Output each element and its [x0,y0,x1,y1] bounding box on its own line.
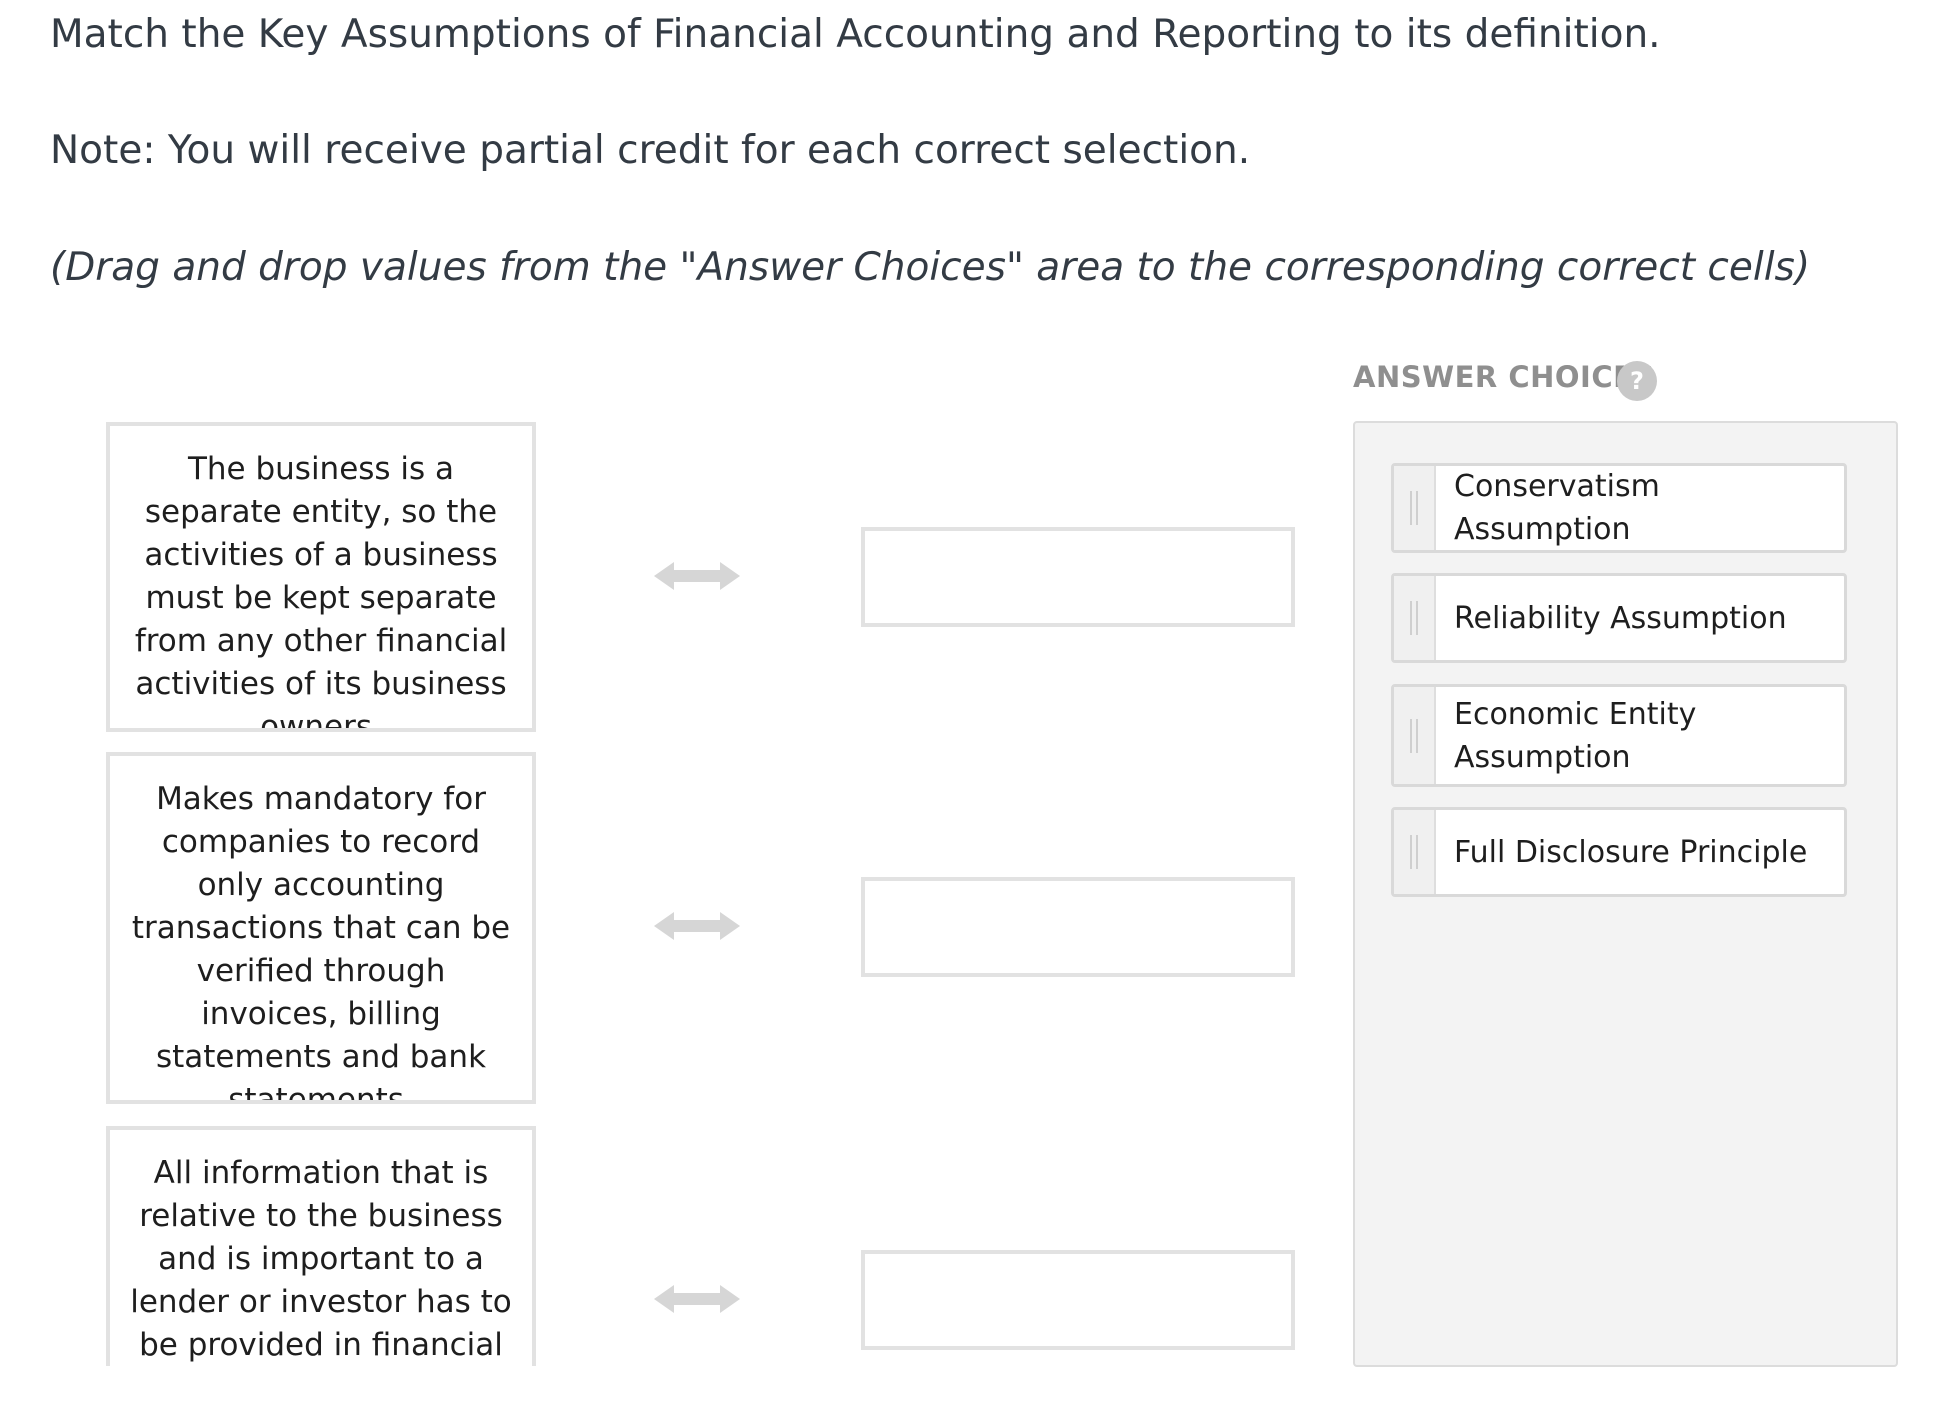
drop-cell-3[interactable] [861,1250,1295,1350]
question-note: Note: You will receive partial credit fo… [50,128,1251,173]
definition-box-2: Makes mandatory for companies to record … [106,752,536,1104]
definition-text: Makes mandatory for companies to record … [131,781,511,1104]
answer-choices-panel: Conservatism Assumption Reliability Assu… [1353,421,1898,1367]
answer-choice-label: Economic Entity Assumption [1454,696,1697,775]
double-arrow-icon [654,562,740,590]
answer-choice-label: Full Disclosure Principle [1454,834,1808,870]
drag-handle-icon[interactable] [1394,687,1436,784]
definition-box-1: The business is a separate entity, so th… [106,422,536,732]
answer-choices-header: ANSWER CHOICES [1353,360,1655,394]
answer-choice-label: Reliability Assumption [1454,600,1787,636]
drag-handle-icon[interactable] [1394,466,1436,550]
answer-choice-economic-entity[interactable]: Economic Entity Assumption [1391,684,1847,787]
drop-cell-2[interactable] [861,877,1295,977]
definition-text: The business is a separate entity, so th… [134,451,508,732]
answer-choice-conservatism[interactable]: Conservatism Assumption [1391,463,1847,553]
double-arrow-icon [654,1285,740,1313]
question-instruction: (Drag and drop values from the "Answer C… [50,245,1811,290]
definition-text: All information that is relative to the … [130,1155,512,1363]
help-icon[interactable]: ? [1617,361,1657,401]
answer-choice-label: Conservatism Assumption [1454,469,1660,547]
drop-cell-1[interactable] [861,527,1295,627]
double-arrow-icon [654,912,740,940]
definition-box-3: All information that is relative to the … [106,1126,536,1366]
answer-choice-reliability[interactable]: Reliability Assumption [1391,573,1847,663]
answer-choice-full-disclosure[interactable]: Full Disclosure Principle [1391,807,1847,897]
drag-handle-icon[interactable] [1394,576,1436,660]
drag-handle-icon[interactable] [1394,810,1436,894]
question-title: Match the Key Assumptions of Financial A… [50,12,1661,57]
